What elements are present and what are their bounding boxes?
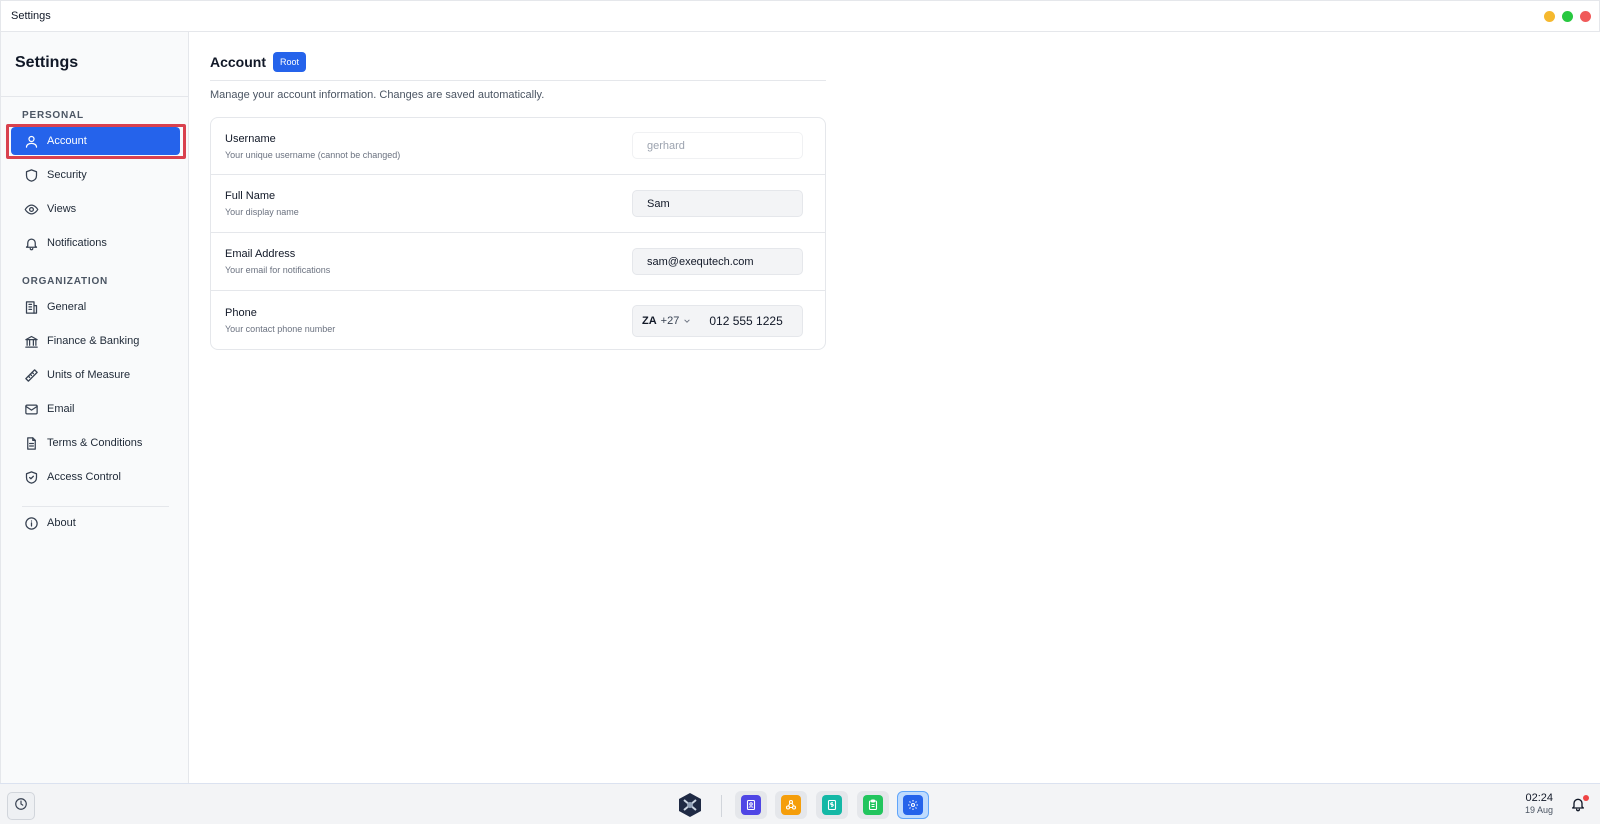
- window-controls: [1544, 11, 1591, 22]
- sidebar-item-label: Units of Measure: [47, 369, 131, 381]
- taskbar: 02:24 19 Aug: [0, 783, 1600, 824]
- field-description: Your email for notifications: [225, 265, 331, 275]
- field-label: Email Address: [225, 248, 296, 260]
- chevron-down-icon[interactable]: [683, 317, 691, 325]
- shield-check-icon: [23, 469, 39, 485]
- field-label: Full Name: [225, 190, 276, 202]
- field-description: Your display name: [225, 207, 299, 217]
- taskbar-app-contacts[interactable]: [735, 791, 767, 819]
- clock-icon: [14, 797, 28, 816]
- form-row-email: Email Address Your email for notificatio…: [211, 233, 825, 291]
- taskbar-separator: [721, 795, 722, 817]
- history-button[interactable]: [7, 792, 35, 820]
- field-description: Your unique username (cannot be changed): [225, 150, 401, 160]
- sidebar-item-label: Notifications: [47, 237, 107, 249]
- sidebar-item-label: Terms & Conditions: [47, 437, 143, 449]
- info-icon: [23, 515, 39, 531]
- sidebar-item-label: Email: [47, 403, 75, 415]
- taskbar-app-clipboard[interactable]: [857, 791, 889, 819]
- email-input[interactable]: [632, 248, 803, 275]
- ruler-icon: [23, 367, 39, 383]
- window-title: Settings: [11, 10, 51, 22]
- phone-number-input[interactable]: [709, 314, 790, 328]
- sidebar-item-general[interactable]: General: [11, 293, 180, 321]
- sidebar-item-label: About: [47, 517, 76, 529]
- notification-indicator: [1583, 795, 1589, 801]
- sidebar-item-views[interactable]: Views: [11, 195, 180, 223]
- full-name-input[interactable]: [632, 190, 803, 217]
- taskbar-clock[interactable]: 02:24 19 Aug: [1500, 792, 1553, 815]
- role-badge: Root: [273, 52, 307, 72]
- country-code-select[interactable]: ZA: [642, 315, 657, 327]
- phone-field: ZA +27: [632, 305, 803, 337]
- taskbar-app-invoice[interactable]: [816, 791, 848, 819]
- sidebar: Settings PERSONAL Account Security Views…: [0, 32, 189, 783]
- sidebar-item-label: Access Control: [47, 471, 121, 483]
- notification-bell-button[interactable]: [1570, 795, 1589, 816]
- dial-code: +27: [660, 315, 680, 327]
- sidebar-item-label: Finance & Banking: [47, 335, 140, 347]
- sidebar-item-label: Views: [47, 203, 77, 215]
- bell-icon: [23, 235, 39, 251]
- page-header: Account Root: [210, 52, 307, 72]
- username-input[interactable]: [632, 132, 803, 159]
- sidebar-item-notifications[interactable]: Notifications: [11, 229, 180, 257]
- document-icon: [23, 435, 39, 451]
- window-titlebar: Settings: [0, 0, 1600, 32]
- sidebar-divider: [1, 96, 189, 97]
- main-content: Account Root Manage your account informa…: [189, 32, 1600, 783]
- start-menu-logo[interactable]: [676, 791, 704, 819]
- taskbar-app-settings[interactable]: [897, 791, 929, 819]
- section-label-personal: PERSONAL: [22, 110, 84, 121]
- bell-icon: [1570, 798, 1586, 816]
- field-description: Your contact phone number: [225, 324, 336, 334]
- settings-app-icon: [903, 795, 923, 815]
- section-label-organization: ORGANIZATION: [22, 276, 109, 287]
- mail-icon: [23, 401, 39, 417]
- sidebar-item-account[interactable]: Account: [11, 127, 180, 155]
- sidebar-item-about[interactable]: About: [11, 509, 180, 537]
- page-description: Manage your account information. Changes…: [210, 89, 545, 101]
- form-row-phone: Phone Your contact phone number ZA +27: [211, 291, 825, 350]
- form-row-username: Username Your unique username (cannot be…: [211, 118, 825, 175]
- minimize-button[interactable]: [1544, 11, 1555, 22]
- shield-icon: [23, 167, 39, 183]
- sidebar-item-security[interactable]: Security: [11, 161, 180, 189]
- close-button[interactable]: [1580, 11, 1591, 22]
- clipboard-app-icon: [863, 795, 883, 815]
- clock-date: 19 Aug: [1524, 805, 1553, 815]
- invoice-app-icon: [822, 795, 842, 815]
- page-title: Account: [210, 54, 266, 70]
- sidebar-item-label: Account: [47, 135, 87, 147]
- form-row-full-name: Full Name Your display name: [211, 175, 825, 233]
- clock-time: 02:24: [1525, 792, 1553, 804]
- field-label: Username: [225, 133, 276, 145]
- sidebar-item-finance-banking[interactable]: Finance & Banking: [11, 327, 180, 355]
- user-icon: [23, 133, 39, 149]
- sidebar-item-email[interactable]: Email: [11, 395, 180, 423]
- taskbar-app-network[interactable]: [775, 791, 807, 819]
- field-label: Phone: [225, 307, 257, 319]
- sidebar-item-label: Security: [47, 169, 87, 181]
- sidebar-item-access-control[interactable]: Access Control: [11, 463, 180, 491]
- eye-icon: [23, 201, 39, 217]
- network-app-icon: [781, 795, 801, 815]
- header-divider: [210, 80, 826, 81]
- sidebar-title: Settings: [15, 54, 79, 71]
- sidebar-item-units-of-measure[interactable]: Units of Measure: [11, 361, 180, 389]
- bank-icon: [23, 333, 39, 349]
- sidebar-divider: [22, 506, 169, 507]
- account-form-card: Username Your unique username (cannot be…: [210, 117, 826, 350]
- maximize-button[interactable]: [1562, 11, 1573, 22]
- sidebar-item-label: General: [47, 301, 87, 313]
- building-icon: [23, 299, 39, 315]
- sidebar-item-terms-conditions[interactable]: Terms & Conditions: [11, 429, 180, 457]
- contacts-app-icon: [741, 795, 761, 815]
